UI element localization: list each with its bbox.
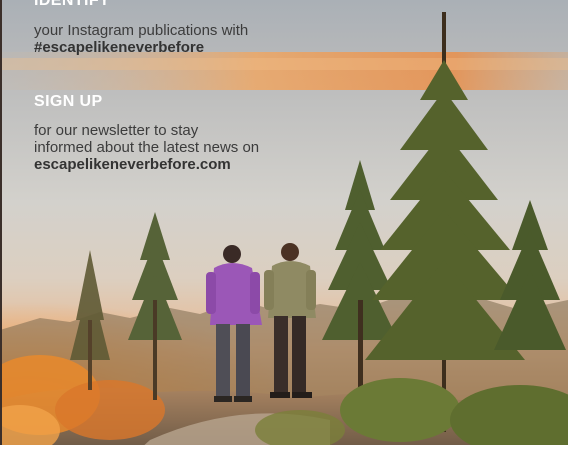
bottom-border [0,445,568,449]
identify-heading: IDENTIFY [34,0,111,9]
signup-text: for our newsletter to stay informed abou… [34,122,364,173]
background-photo [0,0,568,449]
website-link[interactable]: escapelikeneverbefore.com [34,156,364,173]
promo-panel: IDENTIFY your Instagram publications wit… [0,0,568,449]
signup-heading: SIGN UP [34,93,103,110]
hashtag-text: #escapelikeneverbefore [34,39,205,56]
left-border [0,0,2,449]
identify-text: your Instagram publications with #escape… [34,22,364,56]
identify-line: your Instagram publications with [34,22,249,39]
signup-line-2: informed about the latest news on [34,139,260,156]
signup-line-1: for our newsletter to stay [34,122,199,139]
